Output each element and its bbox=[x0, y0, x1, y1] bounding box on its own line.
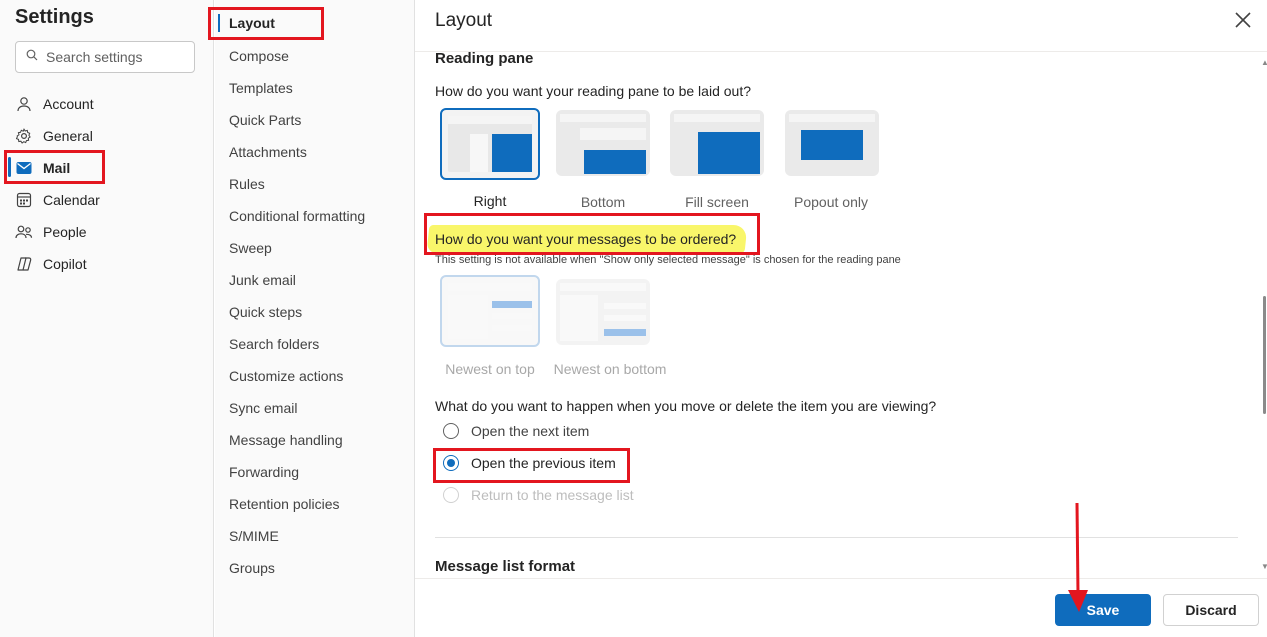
subnav-item-quick-steps[interactable]: Quick steps bbox=[229, 301, 302, 323]
search-input[interactable] bbox=[46, 49, 186, 65]
nav-item-label: Calendar bbox=[43, 192, 100, 208]
nav-item-label: Copilot bbox=[43, 256, 87, 272]
subnav-item-compose[interactable]: Compose bbox=[229, 45, 289, 67]
subnav-item-rules[interactable]: Rules bbox=[229, 173, 265, 195]
reading-pane-option-fill-screen[interactable] bbox=[670, 110, 764, 176]
subnav-item-smime[interactable]: S/MIME bbox=[229, 525, 279, 547]
nav-selection-indicator bbox=[8, 157, 11, 177]
discard-button[interactable]: Discard bbox=[1163, 594, 1259, 626]
radio-button[interactable] bbox=[443, 423, 459, 439]
scroll-up-arrow-icon[interactable]: ▲ bbox=[1261, 58, 1267, 67]
radio-return-to-message-list: Return to the message list bbox=[443, 487, 634, 503]
reading-pane-heading: Reading pane bbox=[435, 50, 534, 67]
close-button[interactable] bbox=[1233, 10, 1253, 30]
radio-label: Return to the message list bbox=[471, 487, 634, 503]
header-divider bbox=[415, 51, 1267, 52]
section-divider bbox=[435, 537, 1238, 538]
subnav-item-sync-email[interactable]: Sync email bbox=[229, 397, 297, 419]
subnav-item-customize-actions[interactable]: Customize actions bbox=[229, 365, 343, 387]
subnav-item-layout[interactable]: Layout bbox=[229, 12, 275, 34]
subnav-item-sweep[interactable]: Sweep bbox=[229, 237, 272, 259]
reading-pane-option-label: Popout only bbox=[794, 194, 868, 210]
reading-pane-option-label: Bottom bbox=[580, 194, 626, 210]
subnav-item-forwarding[interactable]: Forwarding bbox=[229, 461, 299, 483]
subnav-item-search-folders[interactable]: Search folders bbox=[229, 333, 319, 355]
subnav-item-attachments[interactable]: Attachments bbox=[229, 141, 307, 163]
move-delete-question: What do you want to happen when you move… bbox=[435, 398, 937, 414]
gear-icon bbox=[15, 127, 33, 145]
ordering-option-label: Newest on bottom bbox=[553, 361, 667, 377]
reading-pane-option-bottom[interactable] bbox=[556, 110, 650, 176]
footer-divider bbox=[415, 578, 1267, 579]
person-icon bbox=[15, 95, 33, 113]
subnav-item-conditional-formatting[interactable]: Conditional formatting bbox=[229, 205, 365, 227]
nav-item-copilot[interactable]: Copilot bbox=[15, 250, 87, 278]
radio-label: Open the next item bbox=[471, 423, 590, 439]
subnav-item-message-handling[interactable]: Message handling bbox=[229, 429, 343, 451]
scrollbar-thumb[interactable] bbox=[1263, 296, 1266, 414]
nav-item-mail[interactable]: Mail bbox=[15, 154, 70, 182]
reading-pane-question: How do you want your reading pane to be … bbox=[435, 83, 751, 99]
reading-pane-option-label: Right bbox=[473, 193, 507, 209]
reading-pane-option-label: Fill screen bbox=[685, 194, 749, 210]
copilot-icon bbox=[15, 255, 33, 273]
nav-item-label: Mail bbox=[43, 160, 71, 176]
subnav-item-junk-email[interactable]: Junk email bbox=[229, 269, 296, 291]
nav-item-people[interactable]: People bbox=[15, 218, 87, 246]
ordering-option-newest-on-top bbox=[440, 275, 540, 347]
subnav-item-templates[interactable]: Templates bbox=[229, 77, 293, 99]
radio-button bbox=[443, 487, 459, 503]
subnav-item-quick-parts[interactable]: Quick Parts bbox=[229, 109, 301, 131]
ordering-option-newest-on-bottom bbox=[556, 279, 650, 345]
mail-settings-nav: Layout Compose Templates Quick Parts Att… bbox=[215, 0, 415, 637]
settings-title: Settings bbox=[15, 6, 94, 28]
radio-label: Open the previous item bbox=[471, 455, 616, 471]
radio-button[interactable] bbox=[443, 455, 459, 471]
close-icon bbox=[1235, 12, 1251, 28]
panel-title: Layout bbox=[435, 10, 493, 31]
subnav-item-retention-policies[interactable]: Retention policies bbox=[229, 493, 340, 515]
mail-icon bbox=[15, 159, 33, 177]
people-icon bbox=[15, 223, 33, 241]
nav-item-label: People bbox=[43, 224, 87, 240]
calendar-icon bbox=[15, 191, 33, 209]
scroll-down-arrow-icon[interactable]: ▼ bbox=[1261, 562, 1267, 571]
nav-item-calendar[interactable]: Calendar bbox=[15, 186, 100, 214]
ordering-note: This setting is not available when "Show… bbox=[435, 254, 901, 266]
save-button[interactable]: Save bbox=[1055, 594, 1151, 626]
settings-nav: Settings Account General Mail Calendar bbox=[0, 0, 214, 637]
subnav-selection-indicator bbox=[218, 14, 220, 32]
ordering-question: How do you want your messages to be orde… bbox=[435, 231, 737, 247]
nav-item-general[interactable]: General bbox=[15, 122, 93, 150]
nav-item-label: Account bbox=[43, 96, 94, 112]
radio-open-next-item[interactable]: Open the next item bbox=[443, 423, 589, 439]
reading-pane-option-popout-only[interactable] bbox=[785, 110, 879, 176]
search-box[interactable] bbox=[15, 41, 195, 73]
ordering-option-label: Newest on top bbox=[445, 361, 535, 377]
nav-item-account[interactable]: Account bbox=[15, 90, 94, 118]
nav-item-label: General bbox=[43, 128, 93, 144]
message-list-format-heading: Message list format bbox=[435, 558, 576, 575]
subnav-item-groups[interactable]: Groups bbox=[229, 557, 275, 579]
reading-pane-option-right[interactable] bbox=[440, 108, 540, 180]
search-icon bbox=[26, 48, 38, 66]
radio-open-previous-item[interactable]: Open the previous item bbox=[443, 455, 616, 471]
